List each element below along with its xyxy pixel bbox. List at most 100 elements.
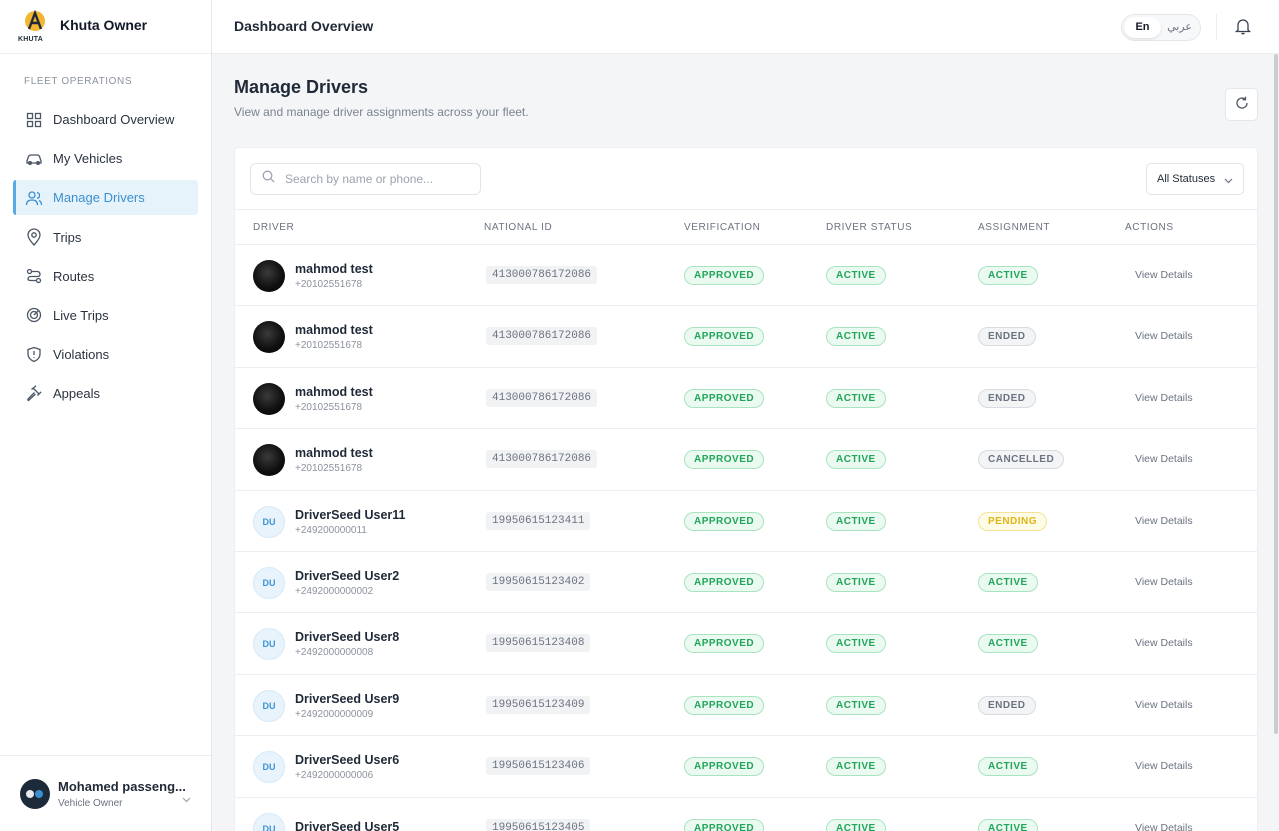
route-icon [25, 267, 43, 285]
national-id: 19950615123409 [486, 695, 591, 714]
brand[interactable]: KHUTA Khuta Owner [0, 0, 211, 54]
verification-badge: APPROVED [684, 450, 765, 470]
sidebar-item-manage-drivers[interactable]: Manage Drivers [13, 180, 198, 216]
verification-badge: APPROVED [684, 818, 765, 831]
driver-phone: +2492000000009 [295, 708, 374, 720]
verification-badge: APPROVED [684, 634, 765, 654]
view-details-link[interactable]: View Details [1135, 269, 1193, 281]
sidebar-item-label: Live Trips [53, 307, 109, 323]
table-row[interactable]: DU DriverSeed User5 19950615123405 APPROVED… [235, 798, 1257, 831]
driver-cell: DU DriverSeed User11 +249200000011 [253, 505, 406, 538]
status-filter-select[interactable]: All Statuses [1146, 163, 1244, 195]
avatar: DU [253, 812, 285, 831]
col-driver: DRIVER [253, 222, 295, 233]
table-row[interactable]: DU DriverSeed User8 +2492000000008 19950615… [235, 613, 1257, 675]
table-row[interactable]: DU DriverSeed User11 +249200000011 19950615… [235, 491, 1257, 552]
sidebar-item-my-vehicles[interactable]: My Vehicles [13, 141, 198, 176]
view-details-link[interactable]: View Details [1135, 699, 1193, 711]
sidebar-item-live-trips[interactable]: Live Trips [13, 298, 198, 333]
khuta-logo: KHUTA [18, 7, 54, 47]
users-icon [25, 189, 43, 207]
avatar: DU [253, 505, 285, 538]
user-menu[interactable]: Mohamed passeng... Vehicle Owner [0, 755, 211, 831]
avatar: DU [253, 689, 285, 722]
view-details-link[interactable]: View Details [1135, 822, 1193, 831]
driver-name: mahmod test [295, 262, 373, 276]
driver-status-badge: ACTIVE [826, 266, 886, 285]
assignment-badge: PENDING [978, 511, 1048, 531]
sidebar-item-label: Dashboard Overview [53, 112, 175, 127]
view-details-link[interactable]: View Details [1135, 453, 1193, 465]
search-input[interactable] [285, 172, 465, 186]
table-row[interactable]: mahmod test +20102551678 413000786172086 AP… [235, 245, 1257, 307]
refresh-icon [1235, 96, 1249, 113]
refresh-button[interactable] [1225, 88, 1258, 121]
driver-name: DriverSeed User8 [295, 630, 400, 645]
driver-status-badge: ACTIVE [826, 327, 886, 347]
table-row[interactable]: DU DriverSeed User9 +2492000000009 19950615… [235, 675, 1257, 737]
chevron-down-icon [182, 790, 191, 808]
map-pin-icon [25, 228, 43, 247]
table-row[interactable]: mahmod test +20102551678 413000786172086 AP… [235, 306, 1257, 368]
language-toggle[interactable]: En عربي [1121, 14, 1201, 41]
driver-status-badge: ACTIVE [826, 634, 886, 654]
driver-cell: DU DriverSeed User9 +2492000000009 [253, 689, 400, 722]
col-national-id: NATIONAL ID [484, 222, 553, 233]
view-details-link[interactable]: View Details [1135, 760, 1193, 772]
assignment-badge: ACTIVE [978, 266, 1038, 285]
avatar: DU [253, 566, 285, 599]
driver-phone: +2492000000008 [295, 647, 374, 659]
table-row[interactable]: mahmod test +20102551678 413000786172086 AP… [235, 429, 1257, 491]
assignment-badge: ENDED [978, 327, 1036, 347]
view-details-link[interactable]: View Details [1135, 637, 1193, 649]
sidebar-item-label: Violations [53, 347, 110, 363]
sidebar-nav: Dashboard Overview My Vehicles Manage Dr… [13, 102, 198, 416]
avatar [253, 321, 285, 354]
sidebar-item-violations[interactable]: Violations [13, 337, 198, 372]
verification-badge: APPROVED [684, 757, 765, 777]
driver-status-badge: ACTIVE [826, 511, 886, 531]
verification-badge: APPROVED [684, 695, 765, 715]
driver-name: DriverSeed User9 [295, 691, 400, 706]
driver-cell: DU DriverSeed User2 +2492000000002 [253, 566, 399, 599]
view-details-link[interactable]: View Details [1135, 576, 1193, 588]
lang-en-option[interactable]: En [1124, 17, 1161, 38]
national-id: 413000786172086 [486, 327, 598, 346]
logo-wordmark: KHUTA [18, 35, 43, 43]
sidebar-item-appeals[interactable]: Appeals [13, 376, 198, 411]
national-id: 19950615123411 [486, 511, 591, 530]
page-subtitle: View and manage driver assignments acros… [234, 105, 529, 119]
table-row[interactable]: mahmod test +20102551678 413000786172086 AP… [235, 368, 1257, 430]
sidebar-item-dashboard-overview[interactable]: Dashboard Overview [13, 102, 198, 137]
table-row[interactable]: DU DriverSeed User6 +2492000000006 19950615… [235, 736, 1257, 798]
driver-name: DriverSeed User11 [295, 507, 406, 522]
verification-badge: APPROVED [684, 388, 765, 408]
filters-bar: All Statuses [235, 148, 1257, 210]
scrollbar-thumb[interactable] [1274, 54, 1278, 734]
view-details-link[interactable]: View Details [1135, 330, 1193, 342]
view-details-link[interactable]: View Details [1135, 392, 1193, 404]
sidebar-item-label: Appeals [53, 386, 100, 402]
sidebar-item-trips[interactable]: Trips [13, 220, 198, 255]
driver-phone: +20102551678 [295, 340, 363, 352]
sidebar-item-routes[interactable]: Routes [13, 259, 198, 294]
table-row[interactable]: DU DriverSeed User2 +2492000000002 19950615… [235, 552, 1257, 614]
page-title: Manage Drivers [234, 77, 369, 97]
scrollbar[interactable] [1273, 54, 1279, 734]
driver-cell: mahmod test +20102551678 [253, 444, 373, 477]
view-details-link[interactable]: View Details [1135, 515, 1193, 527]
lang-ar-option[interactable]: عربي [1161, 17, 1198, 38]
avatar [253, 444, 285, 477]
gavel-icon [25, 385, 43, 403]
search-box[interactable] [250, 163, 481, 195]
national-id: 19950615123406 [486, 757, 591, 776]
sidebar: KHUTA Khuta Owner FLEET OPERATIONS Dashb… [0, 0, 212, 831]
avatar [253, 260, 285, 292]
national-id: 413000786172086 [486, 388, 598, 407]
assignment-badge: CANCELLED [978, 450, 1065, 470]
topbar-title: Dashboard Overview [234, 18, 374, 34]
status-filter-value: All Statuses [1157, 173, 1216, 185]
bell-icon[interactable] [1234, 17, 1252, 40]
verification-badge: APPROVED [684, 266, 765, 285]
verification-badge: APPROVED [684, 511, 765, 531]
